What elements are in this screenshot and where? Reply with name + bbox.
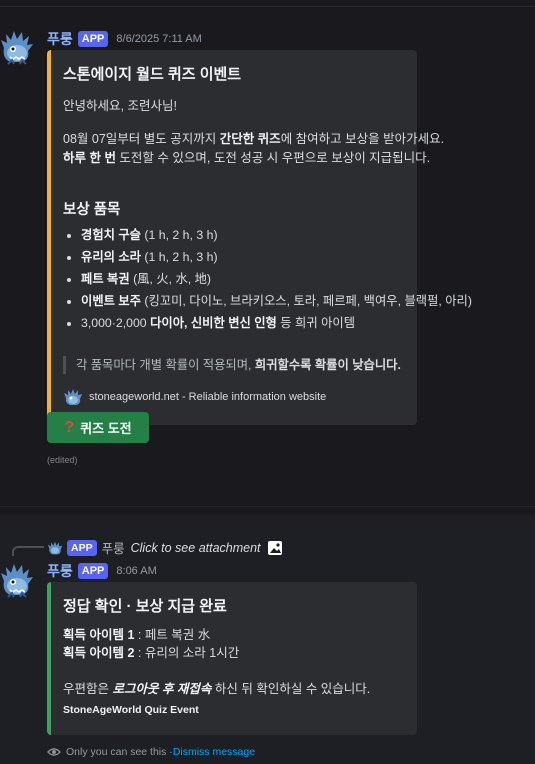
reward-item: 3,000·2,000 다이아, 신비한 변신 인형 등 희귀 아이템: [81, 312, 431, 334]
acquired-item-1: 획득 아이템 1 : 페트 복권 水: [63, 628, 211, 642]
embed-footer: stoneageworld.net - Reliable information…: [63, 387, 326, 407]
reply-preview-text[interactable]: Click to see attachment: [131, 541, 261, 555]
top-divider: [0, 6, 535, 7]
ephemeral-notice: Only you can see this · Dismiss message: [47, 745, 255, 759]
ephemeral-text: Only you can see this ·: [66, 746, 173, 758]
image-icon: [267, 540, 282, 555]
username[interactable]: 푸룽: [47, 561, 73, 581]
reply-connector: [12, 546, 44, 556]
embed-title: 정답 확인 · 보상 지급 완료: [63, 598, 227, 615]
quiz-challenge-label: 퀴즈 도전: [80, 421, 132, 436]
reward-item: 유리의 소라 (1 h, 2 h, 3 h): [81, 246, 431, 268]
reward-item: 이벤트 보주 (킹꼬미, 다이노, 브라키오스, 토라, 페르페, 백여우, 블…: [81, 290, 472, 312]
probability-note-quote: 각 품목마다 개별 확률이 적용되며, 희귀할수록 확률이 낮습니다.: [63, 356, 401, 374]
footer-text: stoneageworld.net - Reliable information…: [89, 391, 327, 403]
embed-quiz-event: 스톤에이지 월드 퀴즈 이벤트 안녕하세요, 조련사님! 08월 07일부터 별…: [47, 50, 472, 425]
reward-item: 경험치 구슬 (1 h, 2 h, 3 h): [81, 224, 431, 246]
message-header: 푸룽 APP 8:06 AM: [47, 561, 157, 581]
timestamp[interactable]: 8:06 AM: [116, 565, 156, 577]
embed-quiz-result: 정답 확인 · 보상 지급 완료 획득 아이템 1 : 페트 복권 水 획득 아…: [47, 582, 417, 735]
acquired-item-2: 획득 아이템 2 : 유리의 소라 1시간: [63, 646, 240, 660]
message-divider: [0, 506, 535, 507]
mailbox-notice: 우편함은 로그아웃 후 재접속 하신 뒤 확인하실 수 있습니다.: [63, 682, 371, 696]
app-badge: APP: [77, 31, 109, 47]
username[interactable]: 푸룽: [47, 29, 73, 49]
reply-reference[interactable]: APP 푸룽 Click to see attachment: [0, 535, 535, 557]
rewards-list: 경험치 구슬 (1 h, 2 h, 3 h) 유리의 소라 (1 h, 2 h,…: [63, 224, 472, 334]
greeting-text: 안녕하세요, 조련사님!: [63, 99, 177, 113]
reply-username[interactable]: 푸룽: [102, 538, 125, 557]
message-quiz-result: APP 푸룽 Click to see attachment 푸룽 APP 8:…: [0, 515, 535, 764]
message-header: 푸룽 APP 8/6/2025 7:11 AM: [47, 29, 202, 49]
reward-item: 페트 복권 (風, 火, 水, 地): [81, 268, 431, 290]
bot-avatar[interactable]: [0, 26, 34, 66]
timestamp[interactable]: 8/6/2025 7:11 AM: [116, 33, 201, 45]
rewards-heading: 보상 품목: [63, 202, 121, 218]
description-line-2: 하루 한 번 도전할 수 있으며, 도전 성공 시 우편으로 보상이 지급됩니다…: [63, 151, 431, 165]
description-line-1: 08월 07일부터 별도 공지까지 간단한 퀴즈에 참여하고 보상을 받아가세요…: [63, 132, 445, 146]
dismiss-message-link[interactable]: Dismiss message: [173, 746, 255, 758]
bot-avatar[interactable]: [0, 559, 34, 599]
eye-icon: [47, 748, 61, 756]
app-badge: APP: [77, 563, 109, 579]
question-mark-icon: ?: [64, 418, 75, 436]
embed-title: 스톤에이지 월드 퀴즈 이벤트: [63, 66, 242, 83]
edited-label: (edited): [47, 455, 78, 465]
quiz-challenge-button[interactable]: ? 퀴즈 도전: [47, 412, 149, 443]
embed-footer-text: StoneAgeWorld Quiz Event: [63, 704, 199, 716]
reply-app-badge: APP: [67, 539, 97, 556]
reply-avatar-icon: [47, 541, 63, 554]
footer-avatar-icon: [64, 389, 82, 405]
